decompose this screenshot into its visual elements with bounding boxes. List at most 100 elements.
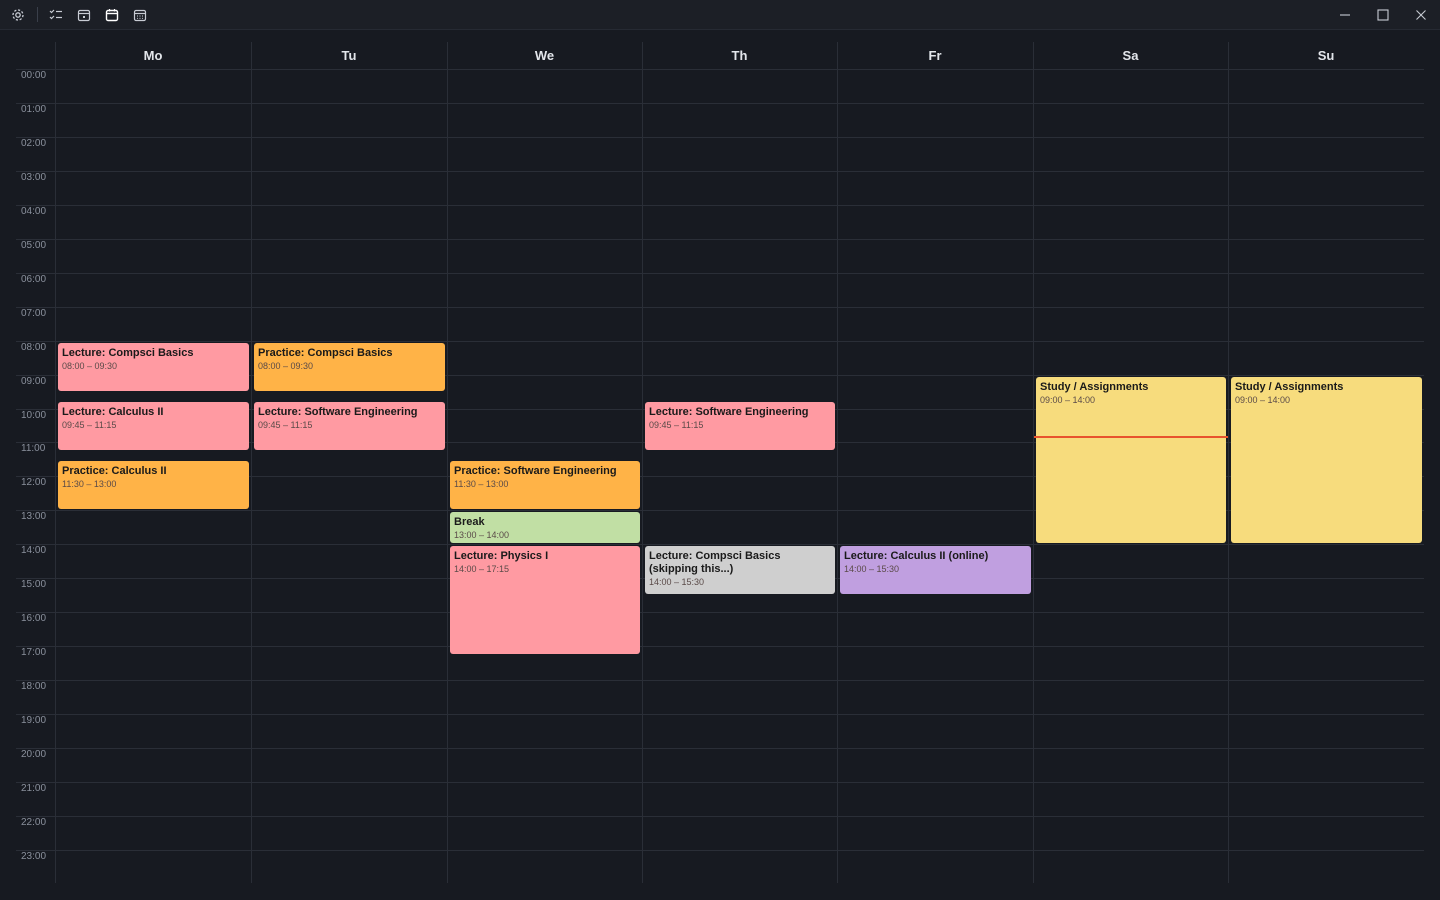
day-column-divider bbox=[251, 42, 252, 884]
time-label: 15:00 bbox=[21, 579, 47, 591]
time-label: 19:00 bbox=[21, 715, 47, 727]
event-lecture[interactable]: Lecture: Calculus II 09:45 – 11:15 bbox=[58, 402, 249, 450]
event-time: 08:00 – 09:30 bbox=[62, 360, 118, 371]
event-online[interactable]: Lecture: Calculus II (online) 14:00 – 15:… bbox=[840, 546, 1031, 595]
current-time-indicator bbox=[1034, 435, 1228, 438]
event-title: Break bbox=[454, 516, 485, 529]
hour-gridline bbox=[16, 102, 1424, 104]
time-label: 22:00 bbox=[21, 816, 47, 828]
event-title: Lecture: Compsci Basics bbox=[62, 346, 194, 359]
day-header-we: We bbox=[534, 48, 555, 63]
hour-gridline bbox=[16, 815, 1424, 817]
day-column-divider bbox=[1033, 42, 1034, 884]
event-practice[interactable]: Practice: Software Engineering 11:30 – 13… bbox=[450, 461, 640, 510]
day-column-divider bbox=[1228, 42, 1229, 884]
calendar-month-icon[interactable] bbox=[130, 5, 150, 25]
time-label: 07:00 bbox=[21, 307, 47, 319]
event-lecture[interactable]: Lecture: Software Engineering 09:45 – 11:… bbox=[645, 402, 835, 450]
day-header-th: Th bbox=[731, 48, 748, 63]
day-header-su: Su bbox=[1317, 48, 1335, 63]
event-time: 14:00 – 15:30 bbox=[844, 564, 900, 575]
hour-gridline bbox=[16, 340, 1424, 342]
calendar-week-icon[interactable] bbox=[102, 5, 122, 25]
time-label: 11:00 bbox=[21, 443, 46, 455]
time-label: 21:00 bbox=[21, 782, 47, 794]
hour-gridline bbox=[16, 136, 1424, 138]
time-label: 10:00 bbox=[21, 409, 47, 421]
event-title: Practice: Compsci Basics bbox=[258, 346, 393, 359]
time-label: 02:00 bbox=[21, 137, 47, 149]
hour-gridline bbox=[16, 849, 1424, 851]
event-title: Lecture: Calculus II bbox=[62, 406, 164, 418]
hour-gridline bbox=[16, 680, 1424, 682]
event-title: Practice: Calculus II bbox=[62, 465, 167, 478]
time-label: 08:00 bbox=[21, 341, 47, 353]
event-practice[interactable]: Practice: Compsci Basics 08:00 – 09:30 bbox=[254, 342, 445, 391]
time-label: 04:00 bbox=[21, 205, 47, 217]
time-label: 18:00 bbox=[21, 681, 47, 693]
event-skipped[interactable]: Lecture: Compsci Basics (skipping this..… bbox=[645, 546, 835, 595]
day-column-divider bbox=[642, 42, 643, 884]
event-time: 11:30 – 13:00 bbox=[62, 479, 117, 490]
event-lecture[interactable]: Lecture: Compsci Basics 08:00 – 09:30 bbox=[58, 342, 249, 391]
day-column-divider bbox=[55, 42, 56, 884]
event-title: Lecture: Software Engineering bbox=[258, 406, 418, 418]
hour-gridline bbox=[16, 204, 1424, 206]
hour-gridline bbox=[16, 714, 1424, 716]
event-time: 09:45 – 11:15 bbox=[258, 420, 313, 430]
bottom-bar bbox=[0, 883, 1440, 900]
time-label: 06:00 bbox=[21, 273, 47, 285]
day-column-divider bbox=[837, 42, 838, 884]
day-header-sa: Sa bbox=[1122, 48, 1139, 63]
day-header-tu: Tu bbox=[341, 48, 357, 63]
checklist-icon[interactable] bbox=[46, 5, 66, 25]
event-time: 09:45 – 11:15 bbox=[62, 420, 117, 430]
event-time: 14:00 – 15:30 bbox=[649, 577, 705, 588]
hour-gridline bbox=[16, 170, 1424, 172]
calendar-day-icon[interactable] bbox=[74, 5, 94, 25]
hour-gridline bbox=[16, 238, 1424, 240]
time-label: 03:00 bbox=[21, 171, 47, 183]
hour-gridline bbox=[16, 306, 1424, 308]
event-title: Practice: Software Engineering bbox=[454, 465, 617, 478]
event-title: Study / Assignments bbox=[1235, 380, 1344, 393]
time-label: 13:00 bbox=[21, 511, 47, 523]
day-column-divider bbox=[447, 42, 448, 884]
event-title: Lecture: Calculus II (online) bbox=[844, 550, 989, 563]
time-label: 01:00 bbox=[21, 103, 47, 115]
close-icon[interactable] bbox=[1409, 4, 1433, 26]
hour-gridline bbox=[16, 781, 1424, 783]
hour-gridline bbox=[16, 69, 1424, 70]
event-lecture[interactable]: Lecture: Software Engineering 09:45 – 11:… bbox=[254, 402, 445, 450]
event-break[interactable]: Break 13:00 – 14:00 bbox=[450, 512, 640, 544]
week-calendar: 00:00 01:00 02:00 03:00 04:00 05:00 06:00 07:00… bbox=[0, 30, 1440, 900]
time-label: 05:00 bbox=[21, 239, 47, 251]
event-lecture[interactable]: Lecture: Physics I 14:00 – 17:15 bbox=[450, 546, 640, 654]
event-time: 09:00 – 14:00 bbox=[1235, 394, 1291, 405]
title-bar bbox=[0, 0, 1440, 30]
event-time: 09:00 – 14:00 bbox=[1040, 394, 1096, 405]
time-label: 20:00 bbox=[21, 749, 47, 760]
gear-icon[interactable] bbox=[8, 5, 28, 25]
day-header-mo: Mo bbox=[143, 48, 163, 63]
event-practice[interactable]: Practice: Calculus II 11:30 – 13:00 bbox=[58, 461, 249, 510]
minimize-icon[interactable] bbox=[1333, 4, 1357, 26]
hour-gridline bbox=[16, 646, 1424, 648]
time-label: 16:00 bbox=[21, 613, 47, 625]
event-time: 14:00 – 17:15 bbox=[454, 564, 510, 575]
time-label: 12:00 bbox=[21, 477, 47, 489]
toolbar-separator bbox=[37, 7, 38, 22]
time-label: 17:00 bbox=[21, 647, 47, 659]
event-title: Lecture: Compsci Basics (skipping this..… bbox=[649, 550, 781, 576]
time-label: 09:00 bbox=[21, 375, 47, 387]
event-title: Lecture: Physics I bbox=[454, 550, 549, 563]
time-label: 14:00 bbox=[21, 545, 47, 557]
event-study[interactable]: Study / Assignments 09:00 – 14:00 bbox=[1036, 376, 1226, 544]
maximize-icon[interactable] bbox=[1371, 4, 1395, 26]
event-time: 08:00 – 09:30 bbox=[258, 360, 314, 371]
time-label: 23:00 bbox=[21, 850, 47, 862]
time-label: 00:00 bbox=[21, 70, 47, 81]
hour-gridline bbox=[16, 748, 1424, 749]
event-time: 09:45 – 11:15 bbox=[649, 420, 704, 430]
event-study[interactable]: Study / Assignments 09:00 – 14:00 bbox=[1231, 376, 1422, 544]
